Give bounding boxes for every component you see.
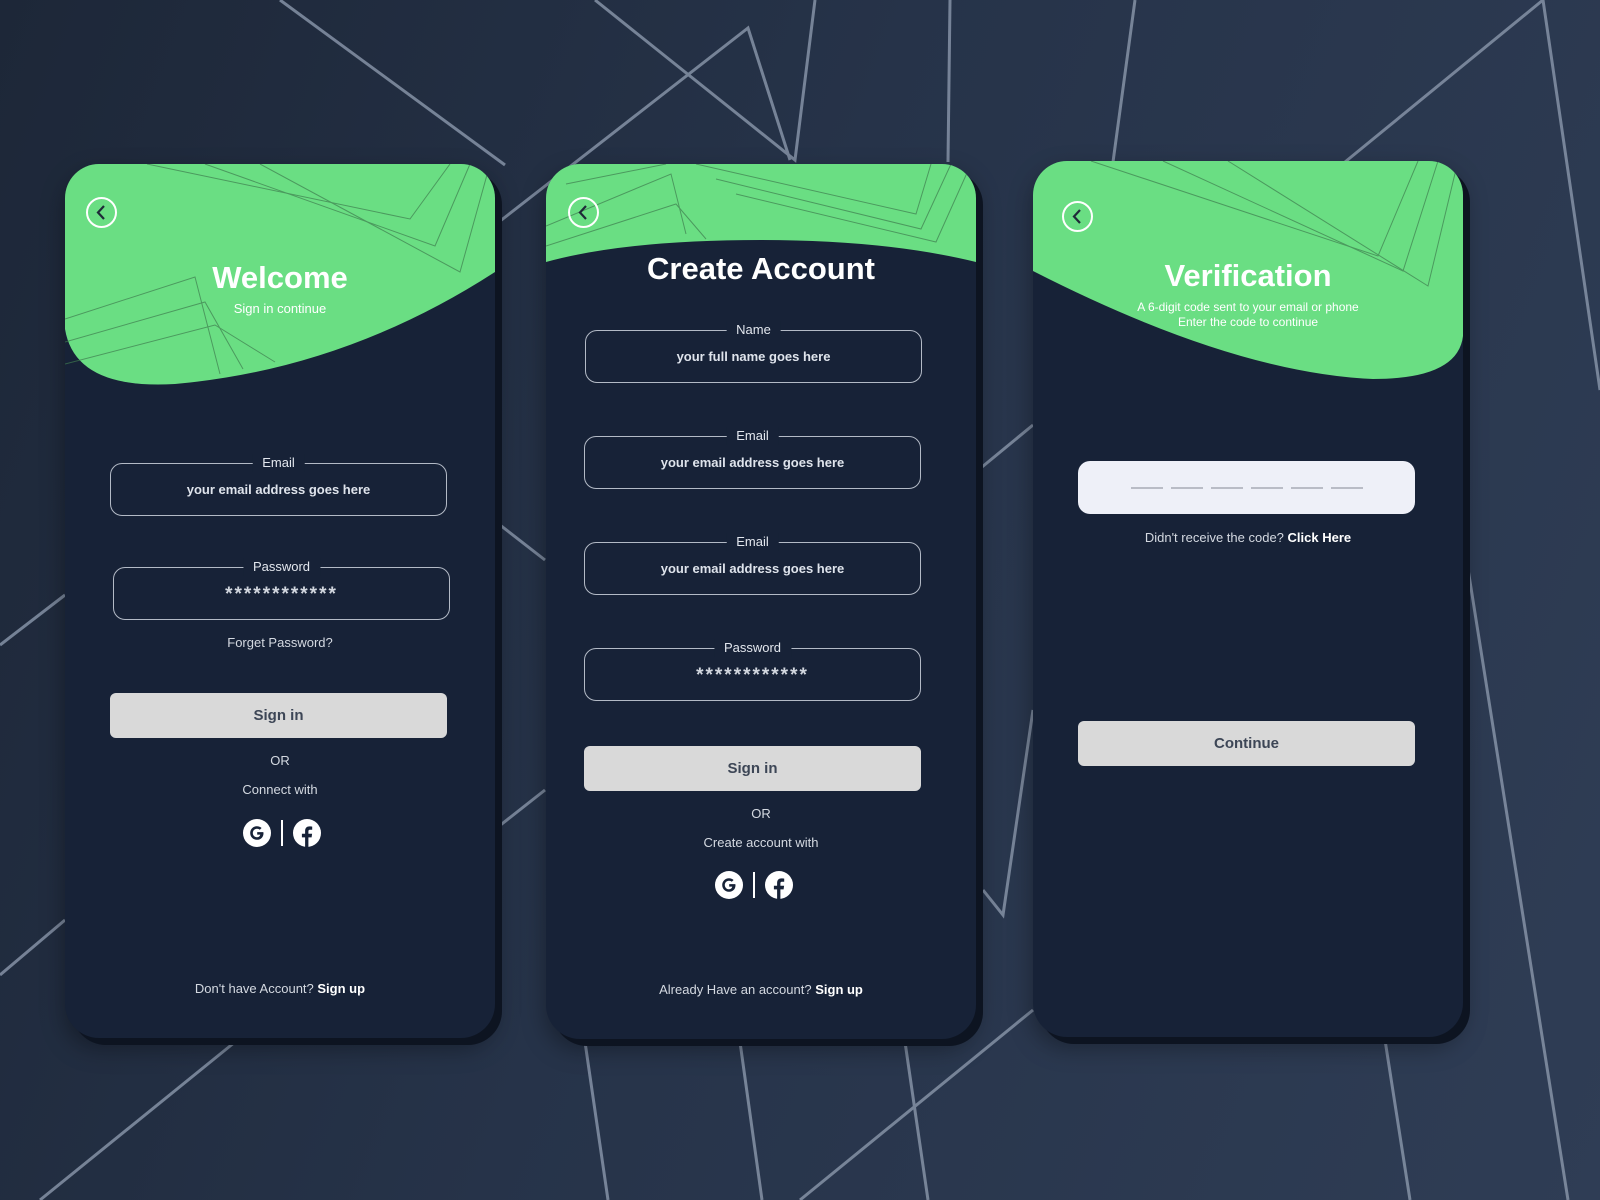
- email-field[interactable]: Email your email address goes here: [584, 427, 921, 489]
- sign-in-button[interactable]: Sign in: [110, 693, 447, 738]
- page-title: Create Account: [647, 251, 875, 286]
- sign-up-link[interactable]: Sign up: [815, 982, 863, 997]
- name-value: your full name goes here: [676, 349, 831, 364]
- google-icon[interactable]: [243, 819, 271, 847]
- signup-prompt-text: Don't have Account?: [194, 981, 314, 996]
- social-separator: [753, 872, 755, 898]
- connect-with-text: Connect with: [242, 782, 318, 797]
- code-digit-slot: [1330, 486, 1363, 489]
- email-field[interactable]: Email your email address goes here: [110, 454, 447, 516]
- signin-prompt-text: Already Have an account?: [659, 982, 812, 997]
- back-arrow-icon: [96, 205, 105, 220]
- email-confirm-value: your email address goes here: [660, 561, 845, 576]
- google-icon[interactable]: [715, 871, 743, 899]
- code-digit-slot: [1130, 486, 1163, 489]
- password-field[interactable]: Password ************: [584, 639, 921, 701]
- code-digit-slot: [1250, 486, 1283, 489]
- resend-code-link[interactable]: Click Here: [1288, 530, 1352, 545]
- verification-instruction-line-2: Enter the code to continue: [1177, 315, 1319, 329]
- facebook-icon[interactable]: [293, 819, 321, 847]
- or-divider-text: OR: [270, 753, 290, 768]
- sign-in-button[interactable]: Sign in: [584, 746, 921, 791]
- password-field[interactable]: Password ************: [113, 558, 450, 620]
- back-button[interactable]: [568, 197, 599, 228]
- name-field[interactable]: Name your full name goes here: [585, 321, 922, 383]
- facebook-icon[interactable]: [765, 871, 793, 899]
- back-button[interactable]: [1062, 201, 1093, 232]
- or-divider-text: OR: [751, 806, 771, 821]
- back-arrow-icon: [1072, 209, 1081, 224]
- resend-prompt-text: Didn't receive the code?: [1144, 530, 1284, 545]
- social-signup-group: [715, 871, 793, 899]
- page-title: Verification: [1164, 258, 1332, 293]
- verification-card: Verification A 6-digit code sent to your…: [1033, 161, 1463, 1037]
- password-value: ************: [696, 665, 809, 686]
- code-digit-slot: [1170, 486, 1203, 489]
- signup-prompt: Don't have Account? Sign up: [65, 981, 495, 996]
- social-login-group: [243, 819, 321, 847]
- resend-prompt: Didn't receive the code? Click Here: [1033, 530, 1463, 545]
- social-separator: [281, 820, 283, 846]
- sign-up-link[interactable]: Sign up: [317, 981, 365, 996]
- back-arrow-icon: [578, 205, 587, 220]
- code-digit-slot: [1210, 486, 1243, 489]
- email-value: your email address goes here: [660, 455, 845, 470]
- forgot-password-link[interactable]: Forget Password?: [65, 635, 495, 650]
- code-digit-slot: [1290, 486, 1323, 489]
- password-value: ************: [225, 584, 338, 605]
- page-title: Welcome: [212, 260, 348, 295]
- page-subtitle: Sign in continue: [233, 301, 327, 316]
- signin-prompt: Already Have an account? Sign up: [546, 982, 976, 997]
- email-value: your email address goes here: [186, 482, 371, 497]
- create-account-with-text: Create account with: [703, 835, 819, 850]
- verification-code-input[interactable]: [1078, 461, 1415, 514]
- verification-instruction-line-1: A 6-digit code sent to your email or pho…: [1137, 300, 1359, 314]
- email-confirm-field[interactable]: Email your email address goes here: [584, 533, 921, 595]
- create-account-card: Create Account Name your full name goes …: [546, 164, 976, 1039]
- continue-button[interactable]: Continue: [1078, 721, 1415, 766]
- login-card: Welcome Sign in continue Email your emai…: [65, 164, 495, 1038]
- back-button[interactable]: [86, 197, 117, 228]
